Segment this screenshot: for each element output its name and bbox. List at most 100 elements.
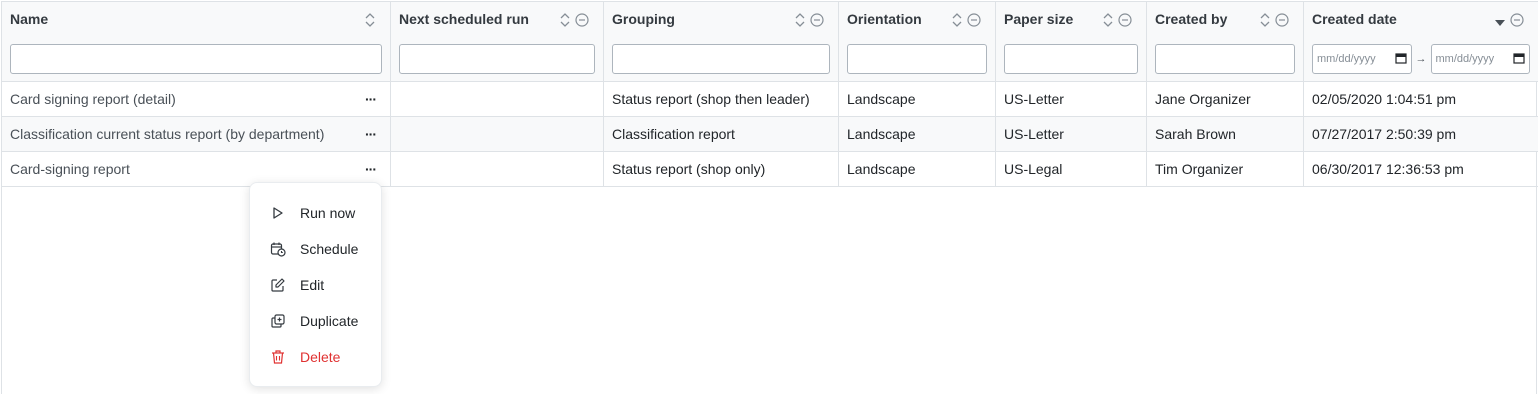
next-run-filter-input[interactable] [399,44,595,74]
sort-icon[interactable] [559,12,571,28]
date-range-arrow: → [1415,53,1427,65]
menu-item-label: Schedule [300,241,359,257]
table-header: Name Next scheduled run Grouping Orienta… [2,1,1538,82]
paper-size-filter-input[interactable] [1004,44,1138,74]
sort-icon[interactable] [1102,12,1114,28]
created-by-value: Jane Organizer [1155,91,1251,107]
cell-paper-size: US-Letter [996,82,1147,116]
paper-size-value: US-Letter [1004,126,1064,142]
date-from-input[interactable]: mm/dd/yyyy [1312,44,1412,74]
menu-item-delete[interactable]: Delete [250,339,381,375]
column-label: Created by [1155,11,1228,27]
sort-descending-icon[interactable] [1494,18,1506,28]
grouping-value: Status report (shop only) [612,161,766,177]
cell-orientation: Landscape [839,82,996,116]
menu-item-schedule[interactable]: Schedule [250,231,381,267]
cell-next-run [391,152,604,186]
cell-name: Card-signing report ··· [2,152,391,186]
table-row[interactable]: Card-signing report ··· Status report (s… [2,152,1538,187]
column-label: Orientation [847,11,922,27]
sort-icon[interactable] [364,12,376,28]
calendar-icon[interactable] [1394,52,1407,67]
hide-column-icon[interactable] [575,13,589,27]
cell-grouping: Status report (shop only) [604,152,839,186]
created-date-value: 06/30/2017 12:36:53 pm [1312,161,1464,177]
name-filter-input[interactable] [10,44,382,74]
cell-paper-size: US-Letter [996,117,1147,151]
menu-item-duplicate[interactable]: Duplicate [250,303,381,339]
created-date-range-filter: mm/dd/yyyy → mm/dd/yyyy [1312,44,1530,74]
created-by-value: Tim Organizer [1155,161,1244,177]
grouping-value: Classification report [612,126,735,142]
column-header-grouping: Grouping [604,2,839,81]
hide-column-icon[interactable] [967,13,981,27]
paper-size-value: US-Legal [1004,161,1063,177]
reports-table: Name Next scheduled run Grouping Orienta… [1,1,1538,394]
row-actions-menu: Run now Schedule Edit Duplicate Delete [249,182,382,387]
cell-grouping: Status report (shop then leader) [604,82,839,116]
column-label: Grouping [612,11,675,27]
orientation-value: Landscape [847,126,916,142]
cell-created-date: 07/27/2017 2:50:39 pm [1304,117,1538,151]
menu-item-edit[interactable]: Edit [250,267,381,303]
orientation-value: Landscape [847,91,916,107]
orientation-value: Landscape [847,161,916,177]
report-name[interactable]: Card signing report (detail) [10,91,176,107]
paper-size-value: US-Letter [1004,91,1064,107]
row-actions-button[interactable]: ··· [365,126,377,142]
calendar-clock-icon [270,241,286,257]
orientation-filter-input[interactable] [847,44,987,74]
calendar-icon[interactable] [1513,52,1525,67]
column-header-next-run: Next scheduled run [391,2,604,81]
menu-item-label: Run now [300,205,356,221]
table-row[interactable]: Card signing report (detail) ··· Status … [2,82,1538,117]
cell-grouping: Classification report [604,117,839,151]
row-actions-button[interactable]: ··· [365,161,377,177]
cell-next-run [391,82,604,116]
cell-created-date: 02/05/2020 1:04:51 pm [1304,82,1538,116]
sort-icon[interactable] [794,12,806,28]
created-date-value: 07/27/2017 2:50:39 pm [1312,126,1457,142]
table-row[interactable]: Classification current status report (by… [2,117,1538,152]
cell-name: Card signing report (detail) ··· [2,82,391,116]
cell-orientation: Landscape [839,117,996,151]
cell-created-date: 06/30/2017 12:36:53 pm [1304,152,1538,186]
trash-icon [270,349,286,365]
column-label: Name [10,11,49,27]
hide-column-icon[interactable] [1118,13,1132,27]
cell-orientation: Landscape [839,152,996,186]
menu-item-label: Edit [300,277,325,293]
date-to-placeholder: mm/dd/yyyy [1435,53,1495,65]
sort-icon[interactable] [951,12,963,28]
cell-created-by: Tim Organizer [1147,152,1304,186]
hide-column-icon[interactable] [1510,13,1524,27]
hide-column-icon[interactable] [1275,13,1289,27]
hide-column-icon[interactable] [810,13,824,27]
sort-icon[interactable] [1259,12,1271,28]
column-header-name: Name [2,2,391,81]
created-by-filter-input[interactable] [1155,44,1295,74]
report-name[interactable]: Classification current status report (by… [10,126,324,142]
row-actions-button[interactable]: ··· [365,91,377,107]
column-label: Created date [1312,11,1397,27]
column-header-created-by: Created by [1147,2,1304,81]
cell-created-by: Sarah Brown [1147,117,1304,151]
menu-item-label: Duplicate [300,313,359,329]
duplicate-icon [270,313,286,329]
grouping-filter-input[interactable] [612,44,830,74]
grouping-value: Status report (shop then leader) [612,91,810,107]
play-icon [270,205,286,221]
column-label: Paper size [1004,11,1074,27]
cell-name: Classification current status report (by… [2,117,391,151]
date-from-placeholder: mm/dd/yyyy [1317,53,1376,65]
report-name[interactable]: Card-signing report [10,161,130,177]
created-date-value: 02/05/2020 1:04:51 pm [1312,91,1457,107]
cell-next-run [391,117,604,151]
menu-item-run-now[interactable]: Run now [250,195,381,231]
date-to-input[interactable]: mm/dd/yyyy [1430,44,1530,74]
cell-paper-size: US-Legal [996,152,1147,186]
cell-created-by: Jane Organizer [1147,82,1304,116]
column-header-paper-size: Paper size [996,2,1147,81]
column-label: Next scheduled run [399,11,529,27]
menu-item-label: Delete [300,349,341,365]
